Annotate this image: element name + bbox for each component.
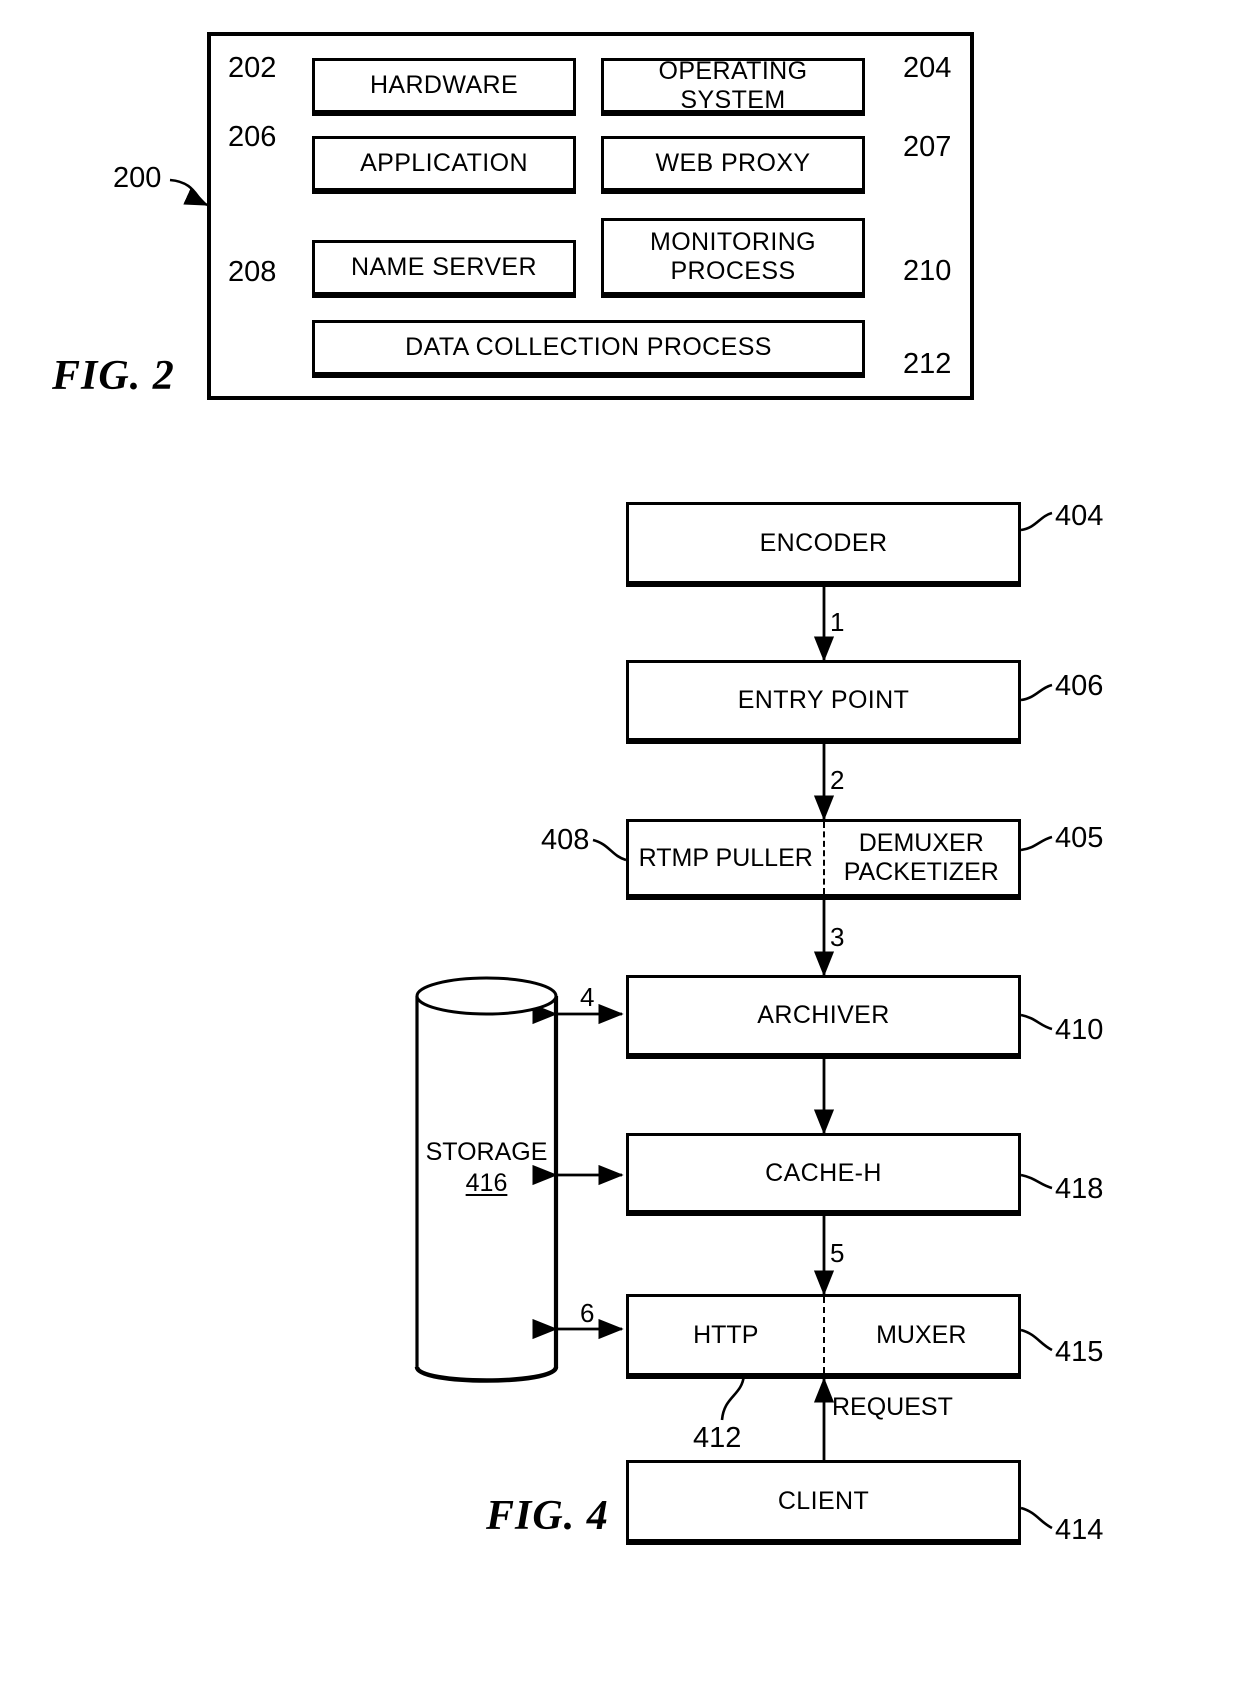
fig4-ref-404: 404 (1055, 500, 1104, 532)
fig2-ref-200: 200 (113, 162, 162, 194)
fig4-demuxer-line2: PACKETIZER (843, 858, 999, 886)
fig2-box-hardware: HARDWARE (312, 58, 576, 116)
fig4-box-client: CLIENT (626, 1460, 1021, 1545)
fig4-box-encoder: ENCODER (626, 502, 1021, 587)
fig4-box-http-muxer: HTTP MUXER (626, 1294, 1021, 1379)
fig4-ref-418: 418 (1055, 1173, 1104, 1205)
fig4-ref-406: 406 (1055, 670, 1104, 702)
fig2-box-name-server: NAME SERVER (312, 240, 576, 298)
fig4-request-label: REQUEST (832, 1393, 953, 1421)
fig4-http-label: HTTP (693, 1320, 759, 1349)
fig2-ref-208: 208 (228, 256, 277, 288)
fig4-flow-number-4: 4 (580, 982, 595, 1012)
fig4-box-entry-point: ENTRY POINT (626, 660, 1021, 744)
fig4-muxer-half: MUXER (825, 1297, 1019, 1373)
fig4-ref-408: 408 (541, 824, 590, 856)
fig4-ref-414: 414 (1055, 1514, 1104, 1546)
fig2-name-server-label: NAME SERVER (351, 253, 537, 282)
fig2-application-label: APPLICATION (360, 149, 528, 178)
fig4-box-cache-h: CACHE-H (626, 1133, 1021, 1216)
fig4-box-archiver: ARCHIVER (626, 975, 1021, 1059)
fig4-flow-number-5: 5 (830, 1238, 845, 1268)
fig2-figure-label: FIG. 2 (52, 353, 175, 399)
fig2-hardware-label: HARDWARE (369, 71, 519, 100)
fig2-ref-204: 204 (903, 52, 952, 84)
fig4-http-half: HTTP (629, 1297, 825, 1373)
fig2-ref-207: 207 (903, 131, 952, 163)
fig2-ref-212: 212 (903, 348, 952, 380)
fig4-archiver-label: ARCHIVER (757, 1001, 890, 1030)
patent-drawing-sheet: HARDWARE OPERATING SYSTEM APPLICATION WE… (0, 0, 1240, 1684)
fig2-monitoring-line2: PROCESS (670, 256, 796, 285)
fig2-ref-202: 202 (228, 52, 277, 84)
fig4-ref-412: 412 (693, 1422, 742, 1454)
fig4-box-rtmp-puller-demuxer: RTMP PULLER DEMUXER PACKETIZER (626, 819, 1021, 900)
fig4-flow-number-1: 1 (830, 607, 845, 637)
fig2-ref-210: 210 (903, 255, 952, 287)
fig2-box-web-proxy: WEB PROXY (601, 136, 865, 194)
fig4-entry-point-label: ENTRY POINT (737, 686, 910, 715)
fig4-flow-number-6: 6 (580, 1298, 595, 1328)
fig4-client-label: CLIENT (777, 1486, 870, 1515)
fig4-encoder-label: ENCODER (759, 528, 888, 557)
fig2-box-operating-system: OPERATING SYSTEM (601, 56, 865, 116)
fig4-demuxer-line1: DEMUXER (858, 829, 984, 858)
fig4-ref-415: 415 (1055, 1336, 1104, 1368)
fig4-ref-405: 405 (1055, 822, 1104, 854)
fig4-cache-h-label: CACHE-H (765, 1158, 882, 1187)
fig2-box-application: APPLICATION (312, 136, 576, 194)
fig4-storage-ref: 416 (465, 1169, 508, 1197)
fig2-ref-206: 206 (228, 121, 277, 153)
fig4-flow-number-2: 2 (830, 765, 845, 795)
fig4-ref-410: 410 (1055, 1014, 1104, 1046)
fig2-box-data-collection-process: DATA COLLECTION PROCESS (312, 320, 865, 378)
fig4-muxer-label: MUXER (876, 1320, 967, 1349)
fig4-flow-number-3: 3 (830, 922, 845, 952)
fig2-operating-system-label: OPERATING SYSTEM (658, 56, 808, 114)
fig4-storage-label-group: STORAGE 416 (417, 1138, 556, 1198)
fig4-figure-label: FIG. 4 (486, 1493, 609, 1539)
fig2-web-proxy-label: WEB PROXY (655, 149, 811, 178)
fig2-monitoring-line1: MONITORING (649, 227, 817, 256)
fig4-rtmp-puller-label: RTMP PULLER (638, 843, 813, 872)
fig4-demuxer-packetizer-half: DEMUXER PACKETIZER (825, 822, 1019, 894)
fig2-data-collection-label: DATA COLLECTION PROCESS (405, 333, 772, 362)
fig2-box-monitoring-process: MONITORING PROCESS (601, 218, 865, 298)
fig4-rtmp-puller-half: RTMP PULLER (629, 822, 825, 894)
fig4-storage-label: STORAGE (425, 1138, 548, 1166)
